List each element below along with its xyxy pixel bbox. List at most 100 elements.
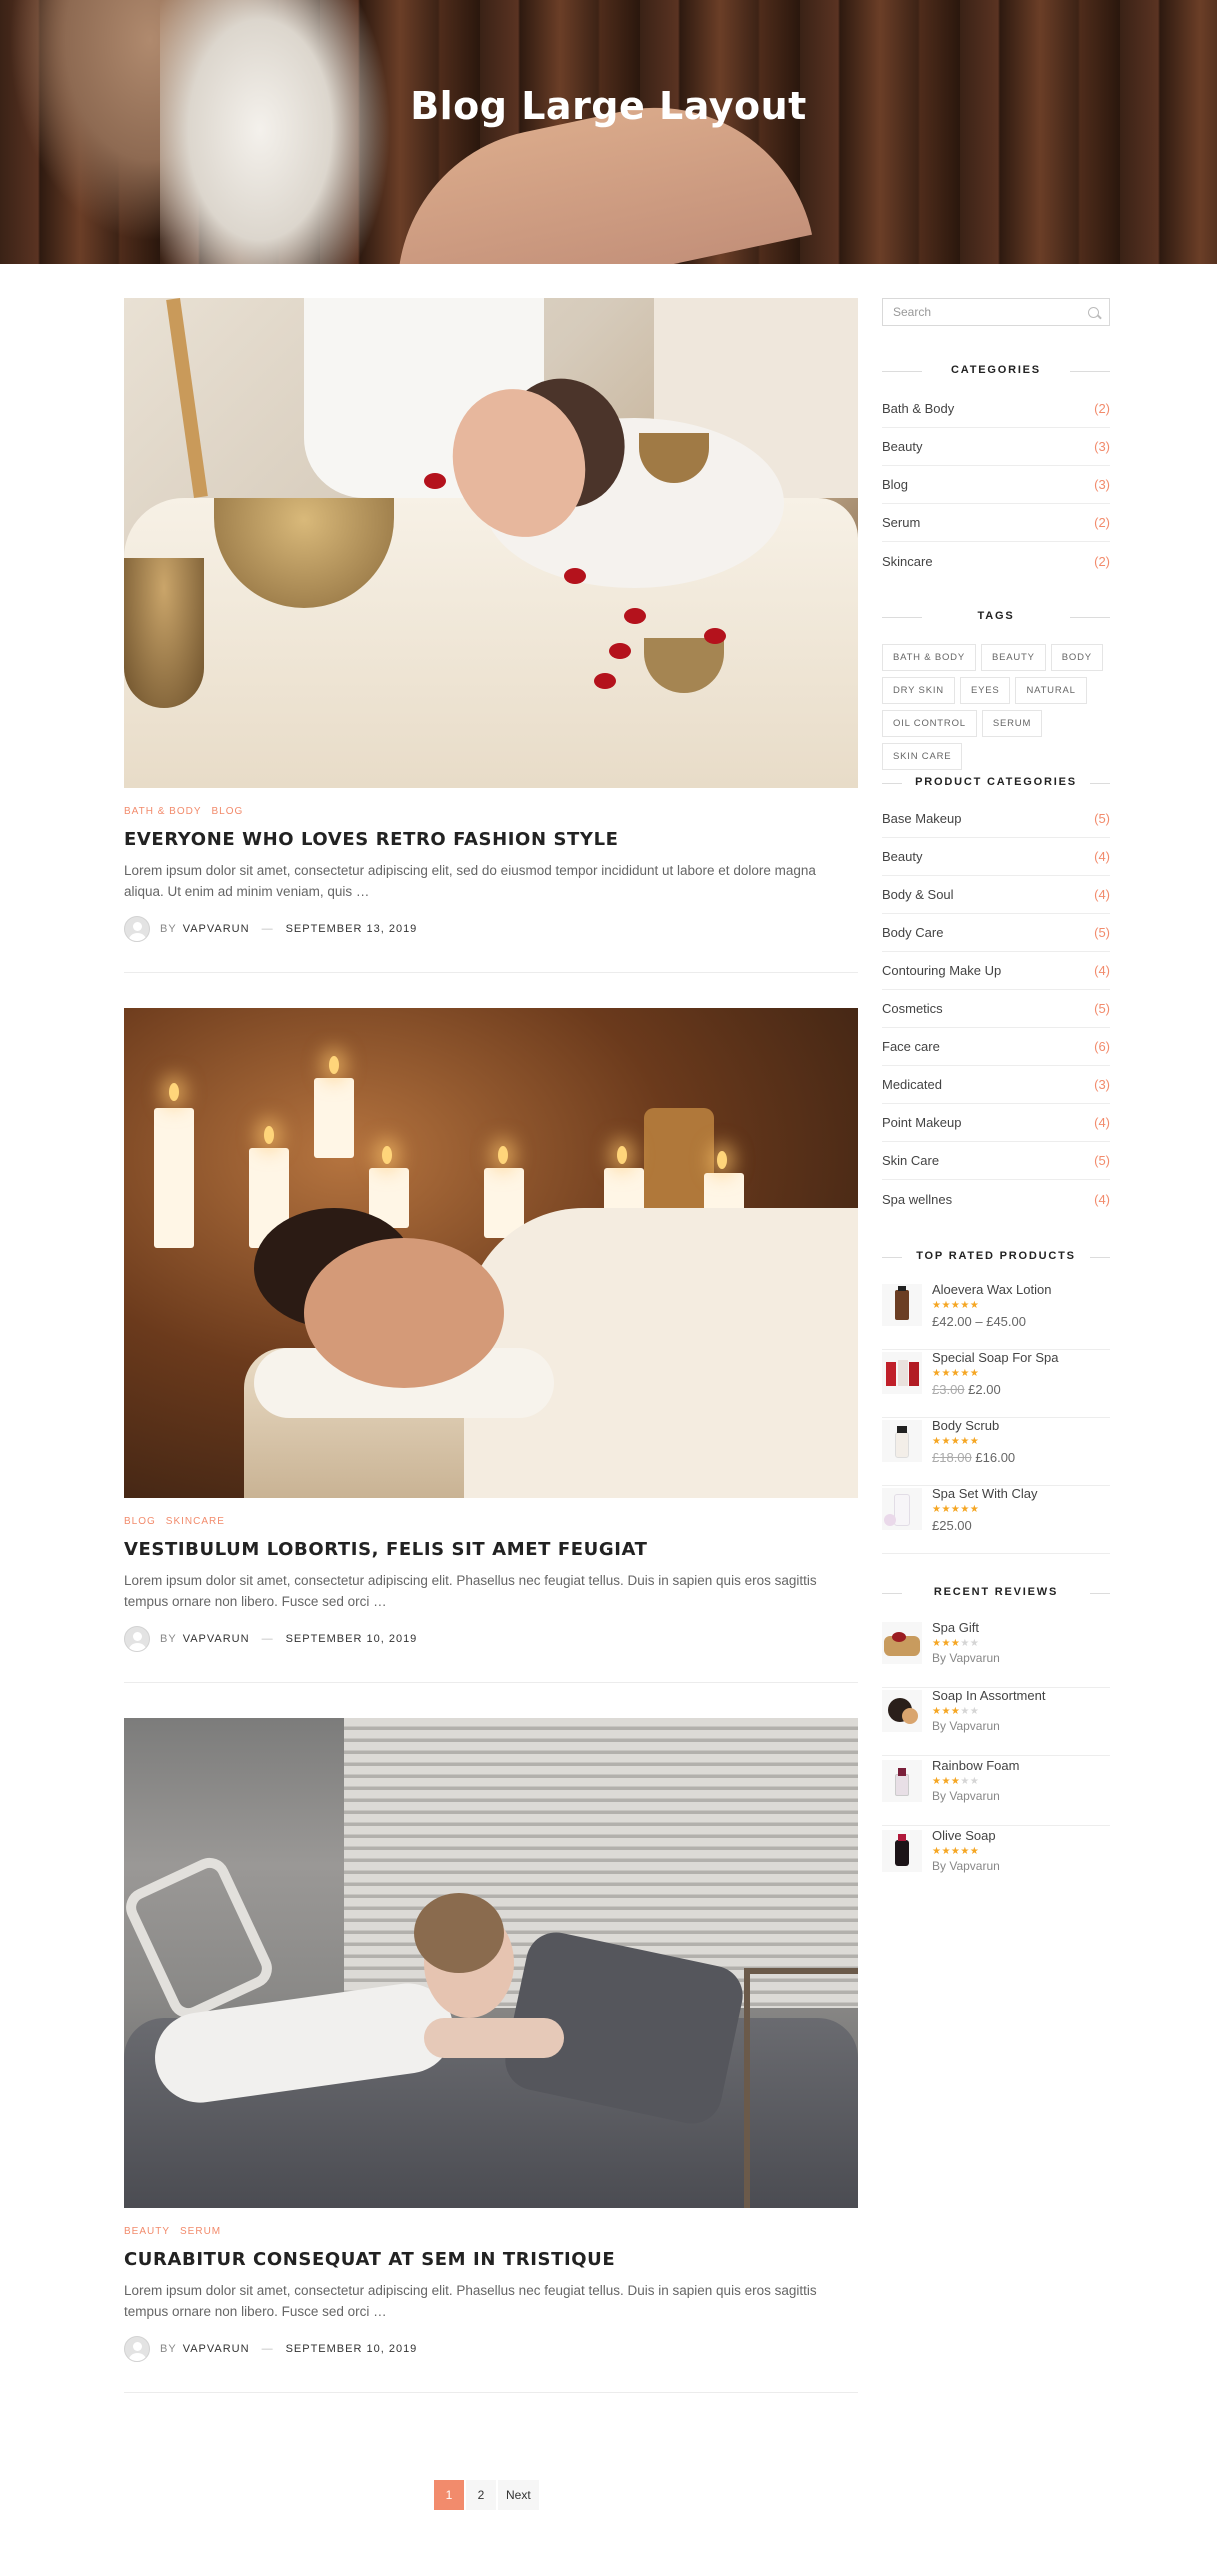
product-thumbnail[interactable]	[882, 1760, 922, 1802]
category-count: (2)	[1094, 401, 1110, 416]
hero-image-towel	[160, 0, 420, 264]
tag-link[interactable]: SERUM	[981, 710, 1043, 737]
product-category-name[interactable]: Skin Care	[882, 1153, 939, 1168]
product-category-name[interactable]: Contouring Make Up	[882, 963, 1001, 978]
product-category-item[interactable]: Contouring Make Up (4)	[882, 952, 1110, 990]
tag-link[interactable]: BATH & BODY	[882, 644, 976, 671]
product-name[interactable]: Body Scrub	[932, 1418, 1015, 1434]
page-2-link[interactable]: 2	[466, 2480, 496, 2510]
product-thumbnail[interactable]	[882, 1690, 922, 1732]
recent-review[interactable]: Soap In Assortment ★★★★★ By Vapvarun	[882, 1688, 1110, 1756]
recent-review[interactable]: Rainbow Foam ★★★★★ By Vapvarun	[882, 1758, 1110, 1826]
category-name[interactable]: Skincare	[882, 554, 933, 569]
review-product-name[interactable]: Rainbow Foam	[932, 1758, 1019, 1774]
product-thumbnail[interactable]	[882, 1488, 922, 1530]
category-name[interactable]: Bath & Body	[882, 401, 954, 416]
category-item[interactable]: Bath & Body (2)	[882, 390, 1110, 428]
post-date[interactable]: SEPTEMBER 13, 2019	[286, 923, 418, 935]
product-category-name[interactable]: Face care	[882, 1039, 940, 1054]
product-category-item[interactable]: Spa wellnes (4)	[882, 1180, 1110, 1218]
product-category-item[interactable]: Cosmetics (5)	[882, 990, 1110, 1028]
product-category-count: (4)	[1094, 887, 1110, 902]
product-price: £18.00 £16.00	[932, 1449, 1015, 1466]
product-category-name[interactable]: Base Makeup	[882, 811, 962, 826]
category-item[interactable]: Beauty (3)	[882, 428, 1110, 466]
post-featured-image[interactable]	[124, 1008, 858, 1498]
product-category-item[interactable]: Body Care (5)	[882, 914, 1110, 952]
product-name[interactable]: Aloevera Wax Lotion	[932, 1282, 1051, 1298]
product-rating: ★★★★★	[932, 1504, 980, 1515]
product-category-name[interactable]: Point Makeup	[882, 1115, 962, 1130]
tag-link[interactable]: EYES	[959, 677, 1011, 704]
product-category-item[interactable]: Beauty (4)	[882, 838, 1110, 876]
product-category-count: (6)	[1094, 1039, 1110, 1054]
review-product-name[interactable]: Spa Gift	[932, 1620, 1000, 1636]
product-thumbnail[interactable]	[882, 1830, 922, 1872]
categories-widget-title: CATEGORIES	[882, 364, 1110, 376]
category-link[interactable]: SKINCARE	[166, 1516, 225, 1527]
product-category-item[interactable]: Skin Care (5)	[882, 1142, 1110, 1180]
product-category-name[interactable]: Body & Soul	[882, 887, 954, 902]
product-thumbnail[interactable]	[882, 1352, 922, 1394]
recent-review[interactable]: Spa Gift ★★★★★ By Vapvarun	[882, 1620, 1110, 1688]
category-link[interactable]: BATH & BODY	[124, 806, 202, 817]
category-link[interactable]: BLOG	[124, 1516, 156, 1527]
tag-link[interactable]: DRY SKIN	[882, 677, 955, 704]
category-name[interactable]: Serum	[882, 515, 920, 530]
product-category-item[interactable]: Point Makeup (4)	[882, 1104, 1110, 1142]
post-title[interactable]: VESTIBULUM LOBORTIS, FELIS SIT AMET FEUG…	[124, 1539, 858, 1560]
next-page-link[interactable]: Next	[498, 2480, 539, 2510]
tag-link[interactable]: BODY	[1050, 644, 1103, 671]
review-author: By Vapvarun	[932, 1651, 1000, 1665]
product-thumbnail[interactable]	[882, 1622, 922, 1664]
product-thumbnail[interactable]	[882, 1284, 922, 1326]
product-category-name[interactable]: Spa wellnes	[882, 1192, 952, 1207]
author-link[interactable]: VAPVARUN	[183, 2343, 250, 2355]
tag-link[interactable]: NATURAL	[1015, 677, 1087, 704]
search-input[interactable]: Search	[882, 298, 1110, 326]
author-link[interactable]: VAPVARUN	[183, 923, 250, 935]
page-1-link[interactable]: 1	[434, 2480, 464, 2510]
product-name[interactable]: Spa Set With Clay	[932, 1486, 1038, 1502]
post-date[interactable]: SEPTEMBER 10, 2019	[286, 2343, 418, 2355]
review-product-name[interactable]: Olive Soap	[932, 1828, 1000, 1844]
category-name[interactable]: Beauty	[882, 439, 922, 454]
post-date[interactable]: SEPTEMBER 10, 2019	[286, 1633, 418, 1645]
top-rated-product[interactable]: Spa Set With Clay ★★★★★ £25.00	[882, 1486, 1110, 1554]
tag-link[interactable]: BEAUTY	[980, 644, 1046, 671]
category-name[interactable]: Blog	[882, 477, 908, 492]
search-icon[interactable]	[1088, 306, 1099, 318]
blog-post: BEAUTY SERUM CURABITUR CONSEQUAT AT SEM I…	[124, 1718, 858, 2393]
top-rated-product[interactable]: Aloevera Wax Lotion ★★★★★ £42.00 – £45.0…	[882, 1282, 1110, 1350]
product-thumbnail[interactable]	[882, 1420, 922, 1462]
post-excerpt: Lorem ipsum dolor sit amet, consectetur …	[124, 1573, 817, 1609]
product-name[interactable]: Special Soap For Spa	[932, 1350, 1058, 1366]
post-categories: BATH & BODY BLOG	[124, 806, 858, 817]
category-item[interactable]: Skincare (2)	[882, 542, 1110, 580]
recent-review[interactable]: Olive Soap ★★★★★ By Vapvarun	[882, 1828, 1110, 1896]
product-category-name[interactable]: Body Care	[882, 925, 943, 940]
post-title[interactable]: CURABITUR CONSEQUAT AT SEM IN TRISTIQUE	[124, 2249, 858, 2270]
category-link[interactable]: SERUM	[180, 2226, 221, 2237]
product-category-item[interactable]: Body & Soul (4)	[882, 876, 1110, 914]
post-featured-image[interactable]	[124, 1718, 858, 2208]
category-item[interactable]: Serum (2)	[882, 504, 1110, 542]
top-rated-product[interactable]: Body Scrub ★★★★★ £18.00 £16.00	[882, 1418, 1110, 1486]
product-categories-list: Base Makeup (5) Beauty (4) Body & Soul (4) …	[882, 800, 1110, 1218]
category-link[interactable]: BLOG	[212, 806, 244, 817]
category-link[interactable]: BEAUTY	[124, 2226, 170, 2237]
product-category-item[interactable]: Base Makeup (5)	[882, 800, 1110, 838]
product-category-name[interactable]: Medicated	[882, 1077, 942, 1092]
top-rated-product[interactable]: Special Soap For Spa ★★★★★ £3.00 £2.00	[882, 1350, 1110, 1418]
product-category-item[interactable]: Face care (6)	[882, 1028, 1110, 1066]
author-link[interactable]: VAPVARUN	[183, 1633, 250, 1645]
tag-link[interactable]: OIL CONTROL	[882, 710, 977, 737]
product-category-item[interactable]: Medicated (3)	[882, 1066, 1110, 1104]
post-title[interactable]: EVERYONE WHO LOVES RETRO FASHION STYLE	[124, 829, 858, 850]
review-product-name[interactable]: Soap In Assortment	[932, 1688, 1045, 1704]
tag-link[interactable]: SKIN CARE	[882, 743, 963, 770]
post-featured-image[interactable]	[124, 298, 858, 788]
product-category-name[interactable]: Cosmetics	[882, 1001, 943, 1016]
category-item[interactable]: Blog (3)	[882, 466, 1110, 504]
product-category-name[interactable]: Beauty	[882, 849, 922, 864]
